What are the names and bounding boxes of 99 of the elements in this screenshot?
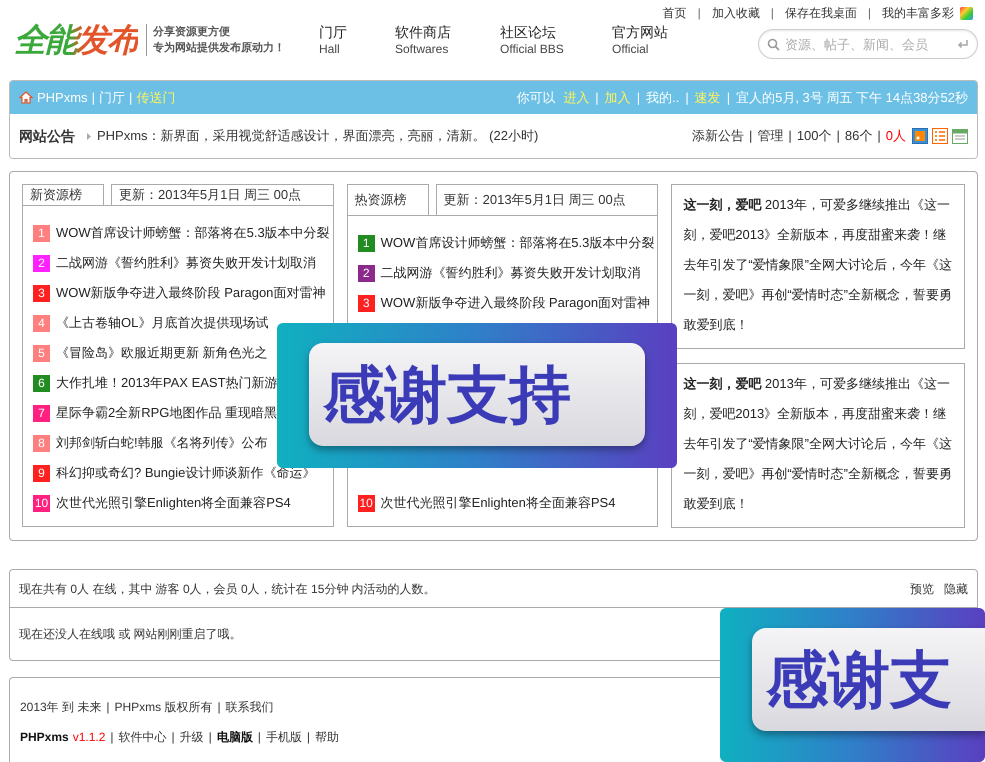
separator: | <box>636 88 640 107</box>
notice-link[interactable]: 0人 <box>886 126 906 146</box>
list-item-link[interactable]: 星际争霸2全新RPG地图作品 重现暗黑 <box>56 403 278 423</box>
rank-badge: 10 <box>358 494 375 512</box>
footer-link[interactable]: 电脑版 <box>216 728 253 746</box>
list-item-link[interactable]: 次世代光照引擎Enlighten将全面兼容PS4 <box>56 493 291 513</box>
list-item-link[interactable]: 刘邦剑斩白蛇!韩服《名将列传》公布 <box>56 433 268 453</box>
top-link[interactable]: 保存在我桌面 <box>784 4 857 22</box>
separator: | <box>788 127 792 146</box>
top-link[interactable]: 首页 <box>662 4 687 22</box>
separator: | <box>172 729 175 746</box>
notice-label: 网站公告 <box>19 126 75 146</box>
promo-banner[interactable]: 感谢支持 <box>277 323 677 468</box>
logo-tagline: 分享资源更方便 <box>153 24 231 40</box>
nav-item[interactable]: 门厅 Hall <box>319 23 383 57</box>
top-link[interactable]: 加入收藏 <box>712 4 760 22</box>
search-field[interactable]: 资源、帖子、新闻、会员 <box>758 29 978 59</box>
search-icon <box>767 38 780 51</box>
list-item-link[interactable]: WOW新版争夺进入最终阶段 Paragon面对雷神 <box>380 293 650 313</box>
top-link[interactable]: 我的丰富多彩 <box>882 4 954 22</box>
separator: | <box>92 88 95 107</box>
separator: | <box>770 5 774 22</box>
promo-banner[interactable]: 感谢支 <box>720 608 985 762</box>
footer-link[interactable]: 手机版 <box>266 728 302 746</box>
list-item-link[interactable]: 大作扎堆！2013年PAX EAST热门新游 <box>56 373 278 393</box>
list-item-link[interactable]: WOW首席设计师螃蟹：部落将在5.3版本中分裂 <box>56 223 330 243</box>
footer-link[interactable]: PHPxms 版权所有 <box>114 698 213 716</box>
rank-badge: 10 <box>33 494 50 512</box>
separator: | <box>208 729 212 746</box>
version-text: v1.1.2 <box>72 729 106 746</box>
separator: | <box>258 729 261 746</box>
separator: | <box>868 5 871 22</box>
list-item-link[interactable]: 二战网游《誓约胜利》募资失败开发计划取消 <box>56 253 316 273</box>
separator: | <box>306 729 310 746</box>
online-link[interactable]: 预览 <box>910 580 934 598</box>
logo-tagline: 专为网站提供发布原动力！ <box>153 40 285 56</box>
palette-icon[interactable] <box>960 6 973 20</box>
article-text: 这一刻，爱吧 2013年，可爱多继续推出《这一刻，爱吧2013》全新版本，再度甜蜜来袭！继去年引发了“爱情象限”全网大讨论后，今年《这一刻，爱吧》再创“爱情时态”全新概念，誓要勇敢爱到底！ <box>683 196 953 334</box>
separator: | <box>726 88 730 107</box>
rank-badge: 3 <box>358 294 375 312</box>
notice-link[interactable]: 100个 <box>796 126 832 146</box>
list-item-link[interactable]: 《冒险岛》欧服近期更新 新角色光之 <box>56 343 268 363</box>
update-time: 更新：2013年5月1日 周三 00点 <box>111 184 334 205</box>
rank-badge: 1 <box>358 234 375 252</box>
list-icon[interactable] <box>932 128 948 144</box>
rank-badge: 2 <box>33 254 50 272</box>
rank-badge: 3 <box>33 284 50 302</box>
notice-text: PHPxms：新界面，采用视觉舒适感设计，界面漂亮，亮丽，清新。 (22小时) <box>97 127 538 146</box>
calendar-icon[interactable] <box>952 128 968 144</box>
list-item-link[interactable]: 二战网游《誓约胜利》募资失败开发计划取消 <box>380 263 641 283</box>
separator: | <box>836 127 840 146</box>
date-time-text: 宜人的5月, 3号 周五 下午 14点38分52秒 <box>736 88 968 107</box>
separator: | <box>877 127 881 146</box>
footer-link[interactable]: 升级 <box>180 728 204 746</box>
rank-badge: 6 <box>33 374 50 392</box>
list-item-link[interactable]: WOW新版争夺进入最终阶段 Paragon面对雷神 <box>56 283 326 303</box>
nav-item[interactable]: 社区论坛 Official BBS <box>500 23 600 57</box>
home-icon[interactable] <box>19 91 33 104</box>
separator: | <box>106 699 110 716</box>
nav-item[interactable]: 软件商店 Softwares <box>395 23 488 57</box>
update-time: 更新：2013年5月1日 周三 00点 <box>436 184 658 215</box>
separator: | <box>128 88 132 107</box>
footer-link[interactable]: 联系我们 <box>226 698 274 716</box>
separator: | <box>749 127 752 146</box>
enter-icon <box>957 40 968 49</box>
list-item-link[interactable]: WOW首席设计师螃蟹：部落将在5.3版本中分裂 <box>380 233 654 253</box>
online-summary: 现在共有 0人 在线，其中 游客 0人，会员 0人，统计在 15分钟 内活动的人数。 <box>19 580 436 598</box>
article-text: 这一刻，爱吧 2013年，可爱多继续推出《这一刻，爱吧2013》全新版本，再度甜蜜来袭！继去年引发了“爱情象限”全网大讨论后，今年《这一刻，爱吧》再创“爱情时态”全新概念，誓要勇敢爱到底！ <box>683 375 953 513</box>
rank-badge: 1 <box>33 224 50 242</box>
bar-text: 你可以 <box>516 88 556 107</box>
online-message: 现在还没人在线哦 或 网站刚刚重启了哦。 <box>19 626 242 643</box>
banner-text: 感谢支 <box>766 648 952 710</box>
rank-badge: 5 <box>33 344 50 362</box>
separator: | <box>685 88 689 107</box>
list-tab[interactable]: 新资源榜 <box>22 184 104 205</box>
product-name: PHPxms <box>20 729 69 746</box>
notice-link[interactable]: 管理 <box>757 126 784 146</box>
banner-text: 感谢支持 <box>323 364 571 426</box>
footer-link[interactable]: 帮助 <box>315 728 340 746</box>
rss-icon[interactable] <box>912 128 928 144</box>
notice-link[interactable]: 添新公告 <box>692 126 744 146</box>
rank-badge: 7 <box>33 404 50 422</box>
list-item-link[interactable]: 次世代光照引擎Enlighten将全面兼容PS4 <box>380 493 616 513</box>
footer-link[interactable]: 2013年 到 未来 <box>20 698 102 716</box>
rank-badge: 9 <box>33 464 50 482</box>
online-link[interactable]: 隐藏 <box>944 580 968 598</box>
nav-item[interactable]: 官方网站 Official <box>612 23 692 57</box>
list-tab[interactable]: 热资源榜 <box>346 184 429 215</box>
separator: | <box>698 5 701 22</box>
notice-link[interactable]: 86个 <box>844 126 872 146</box>
separator: | <box>595 88 599 107</box>
rank-badge: 2 <box>358 264 375 282</box>
list-item-link[interactable]: 《上古卷轴OL》月底首次提供现场试 <box>56 313 268 333</box>
separator: | <box>110 729 114 746</box>
rank-badge: 8 <box>33 434 50 452</box>
footer-link[interactable]: 软件中心 <box>118 728 167 746</box>
triangle-icon <box>87 132 91 140</box>
separator: | <box>218 699 221 716</box>
rank-badge: 4 <box>33 314 50 332</box>
